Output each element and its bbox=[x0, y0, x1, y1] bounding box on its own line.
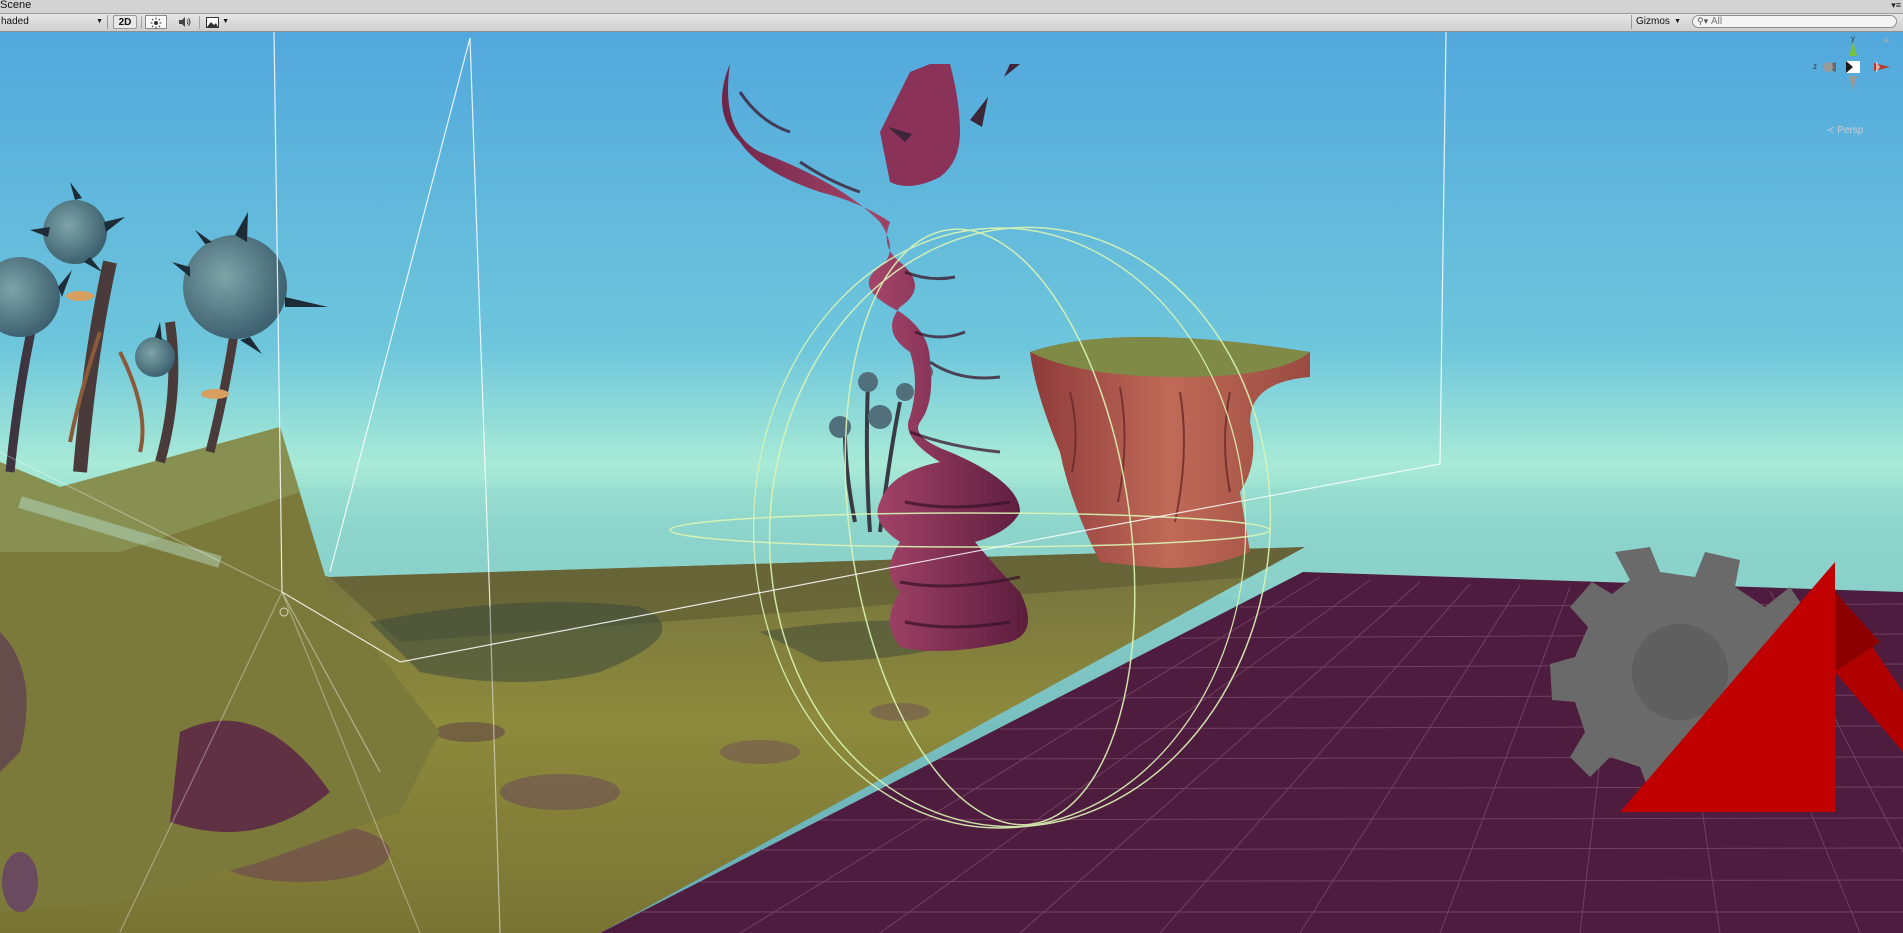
scene-search-input[interactable] bbox=[1711, 16, 1891, 27]
toggle-2d-button[interactable]: 2D bbox=[113, 15, 137, 29]
scene-toolbar: haded ▼ 2D ▼ Gizmos ▼ ⚲▾ All bbox=[0, 14, 1903, 32]
axis-y-label: y bbox=[1851, 34, 1855, 43]
lock-icon[interactable]: 🔒︎ bbox=[1884, 34, 1889, 45]
toolbar-divider bbox=[141, 16, 142, 29]
scene-render bbox=[0, 32, 1903, 933]
scene-search-box[interactable]: ⚲▾ bbox=[1692, 15, 1897, 28]
sun-icon bbox=[150, 17, 162, 29]
toolbar-divider bbox=[199, 16, 200, 29]
scene-audio-toggle[interactable] bbox=[173, 15, 195, 29]
shading-mode-dropdown[interactable]: haded ▼ bbox=[0, 15, 108, 29]
axis-z-label: z bbox=[1813, 62, 1817, 71]
chevron-down-icon: ▼ bbox=[96, 18, 103, 25]
scene-lighting-toggle[interactable] bbox=[145, 15, 167, 29]
speaker-icon bbox=[178, 17, 190, 27]
scene-tab-title[interactable]: Scene bbox=[0, 0, 31, 12]
chevron-down-icon: ▼ bbox=[1674, 18, 1681, 25]
axis-gizmo-icon bbox=[1822, 42, 1890, 90]
gizmos-dropdown[interactable]: Gizmos ▼ bbox=[1631, 15, 1683, 29]
chevron-down-icon: ▼ bbox=[222, 18, 229, 25]
shading-mode-label: haded bbox=[1, 16, 29, 27]
gizmos-label: Gizmos bbox=[1636, 16, 1670, 27]
tab-menu-icon[interactable]: ▾≡ bbox=[1891, 0, 1901, 10]
orientation-gizmo[interactable]: y z bbox=[1810, 34, 1890, 136]
image-icon bbox=[206, 17, 219, 28]
scene-tab-bar: Scene ▾≡ bbox=[0, 0, 1903, 14]
projection-mode-label[interactable]: ≺ Persp bbox=[1826, 125, 1863, 136]
scene-viewport[interactable]: y z ≺ Persp 🔒︎ bbox=[0, 32, 1903, 933]
search-icon: ⚲▾ bbox=[1697, 16, 1709, 26]
scene-effects-dropdown[interactable]: ▼ bbox=[201, 15, 231, 29]
